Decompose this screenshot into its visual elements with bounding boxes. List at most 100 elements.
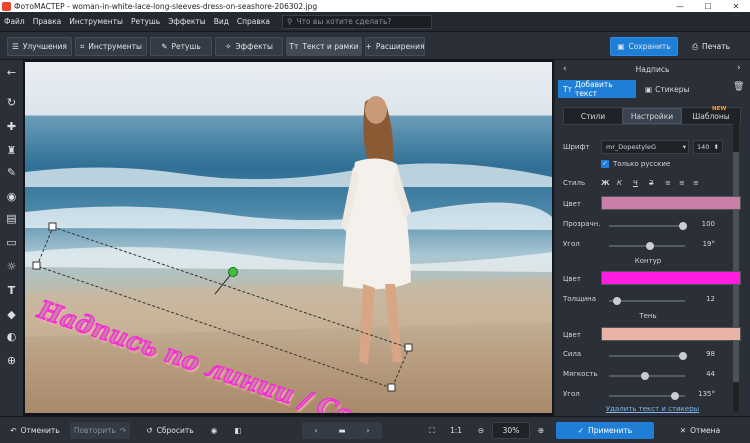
undo-icon: ↶ (10, 426, 17, 435)
cancel-button[interactable]: ✕ Отмена (658, 422, 742, 439)
next-image-icon[interactable]: › (357, 426, 379, 435)
strength-slider[interactable] (609, 352, 687, 360)
search-box[interactable]: ⚲ Что вы хотите сделать? (281, 14, 432, 29)
tab-stickers-label: Стикеры (655, 84, 690, 94)
opacity-knob[interactable] (679, 222, 687, 230)
thickness-knob[interactable] (613, 297, 621, 305)
sliders-icon: ☰ (12, 42, 19, 51)
italic-button[interactable]: К (617, 179, 633, 187)
shape-icon[interactable]: ⊕ (3, 352, 20, 369)
radial-filter-icon[interactable]: ◉ (3, 188, 20, 205)
font-size-input[interactable]: 140 ⬍ (693, 140, 723, 154)
bold-button[interactable]: Ж (601, 179, 617, 187)
extensions-button[interactable]: + Расширения (365, 37, 425, 56)
gradient-icon[interactable]: ▤ (3, 210, 20, 227)
align-center-icon[interactable]: ≡ (679, 179, 693, 187)
fit-screen-icon[interactable]: ⛶ (424, 422, 440, 439)
save-button[interactable]: ▣ Сохранить (610, 37, 678, 56)
reset-button[interactable]: ↺ Сбросить (142, 422, 198, 439)
softness-slider[interactable] (609, 372, 685, 380)
shadow-angle-label: Угол (563, 390, 580, 398)
tab-stickers[interactable]: ▣ Стикеры (639, 80, 709, 98)
sub-tab-styles[interactable]: Стили (564, 108, 622, 124)
ratio-button[interactable]: 1:1 (446, 422, 466, 439)
undo-button[interactable]: ↶ Отменить (6, 422, 64, 439)
magic-wand-icon: ✧ (225, 42, 232, 51)
fill-icon[interactable]: ◆ (3, 306, 20, 323)
sub-tab-settings[interactable]: Настройки (622, 108, 682, 124)
minimize-button[interactable]: — (666, 2, 694, 11)
shadow-angle-slider[interactable] (609, 392, 685, 400)
menu-view[interactable]: Вид (210, 17, 233, 26)
tab-add-text-label: Добавить текст (574, 80, 613, 98)
print-button[interactable]: ⎙ Печать (681, 37, 741, 56)
zoom-out-icon[interactable]: ⊖ (474, 422, 488, 439)
delete-text-link[interactable]: Удалить текст и стикеры (555, 405, 750, 413)
opacity-slider[interactable] (609, 222, 687, 230)
thickness-slider[interactable] (609, 297, 685, 305)
outline-section-title: Контур (634, 257, 662, 265)
bandage-icon[interactable]: ✚ (3, 118, 20, 135)
extensions-label: Расширения (375, 42, 425, 51)
improve-button[interactable]: ☰ Улучшения (7, 37, 72, 56)
align-left-icon[interactable]: ≡ (665, 179, 679, 187)
font-value: mr_DopestyleG (606, 143, 656, 151)
retouch-button[interactable]: ✎ Ретушь (150, 37, 212, 56)
strike-button[interactable]: З (649, 179, 665, 187)
angle-knob[interactable] (646, 242, 654, 250)
text-color-swatch[interactable] (601, 196, 741, 210)
save-label: Сохранить (628, 42, 671, 51)
photo-canvas[interactable]: Надпись по линии / Сочи, 2020 (25, 62, 552, 413)
softness-knob[interactable] (641, 372, 649, 380)
prev-image-icon[interactable]: ‹ (305, 426, 327, 435)
brush-tool-icon[interactable]: ✎ (3, 164, 20, 181)
back-arrow-icon[interactable]: ← (3, 64, 20, 81)
strength-knob[interactable] (679, 352, 687, 360)
redo-label: Повторить (73, 426, 116, 435)
mask-icon[interactable]: ◐ (3, 328, 20, 345)
menu-file[interactable]: Файл (0, 17, 29, 26)
folder-icon[interactable]: ▬ (331, 426, 353, 435)
eye-icon[interactable]: ◉ (204, 422, 224, 439)
menu-help[interactable]: Справка (233, 17, 274, 26)
font-select[interactable]: mr_DopestyleG ▾ (601, 140, 689, 154)
menu-retouch[interactable]: Ретушь (127, 17, 164, 26)
zoom-in-icon[interactable]: ⊕ (534, 422, 548, 439)
tab-add-text[interactable]: Tт Добавить текст (558, 80, 636, 98)
font-size-value: 140 (697, 143, 710, 151)
only-russian-checkbox[interactable]: ✓ (601, 160, 609, 168)
sub-tab-templates[interactable]: Шаблоны (682, 108, 740, 124)
menu-tools[interactable]: Инструменты (65, 17, 127, 26)
compare-icon[interactable]: ◧ (228, 422, 248, 439)
zoom-value[interactable]: 30% (492, 422, 530, 439)
reset-label: Сбросить (156, 426, 194, 435)
rotate-icon[interactable]: ↻ (3, 94, 20, 111)
style-label: Стиль (563, 179, 586, 187)
stamp-icon[interactable]: ♜ (3, 142, 20, 159)
angle-slider[interactable] (609, 242, 685, 250)
close-window-button[interactable]: ✕ (722, 2, 750, 11)
window-title: ФотоМАСТЕР - woman-in-white-lace-long-sl… (14, 1, 318, 11)
new-badge: NEW (712, 106, 727, 112)
vignette-icon[interactable]: ▭ (3, 234, 20, 251)
effects-button[interactable]: ✧ Эффекты (215, 37, 283, 56)
trash-icon[interactable]: 🗑 (733, 82, 744, 92)
light-icon[interactable]: ☼ (3, 258, 20, 275)
close-icon: ✕ (679, 426, 687, 435)
redo-button[interactable]: Повторить ↷ (70, 422, 130, 439)
panel-forward-icon[interactable]: › (737, 63, 741, 73)
underline-button[interactable]: Ч (633, 179, 649, 187)
plus-icon: + (365, 42, 372, 51)
menu-effects[interactable]: Эффекты (164, 17, 210, 26)
align-right-icon[interactable]: ≡ (693, 179, 707, 187)
title-bar: ФотоМАСТЕР - woman-in-white-lace-long-sl… (0, 0, 750, 12)
shadow-color-swatch[interactable] (601, 327, 741, 341)
text-frames-button[interactable]: Tт Текст и рамки (286, 37, 362, 56)
tools-button[interactable]: ⌗ Инструменты (75, 37, 147, 56)
apply-button[interactable]: ✓ Применить (556, 422, 654, 439)
maximize-button[interactable]: ☐ (694, 2, 722, 11)
text-tool-icon[interactable]: T (3, 282, 20, 299)
shadow-angle-knob[interactable] (671, 392, 679, 400)
outline-color-swatch[interactable] (601, 271, 741, 285)
menu-edit[interactable]: Правка (29, 17, 66, 26)
